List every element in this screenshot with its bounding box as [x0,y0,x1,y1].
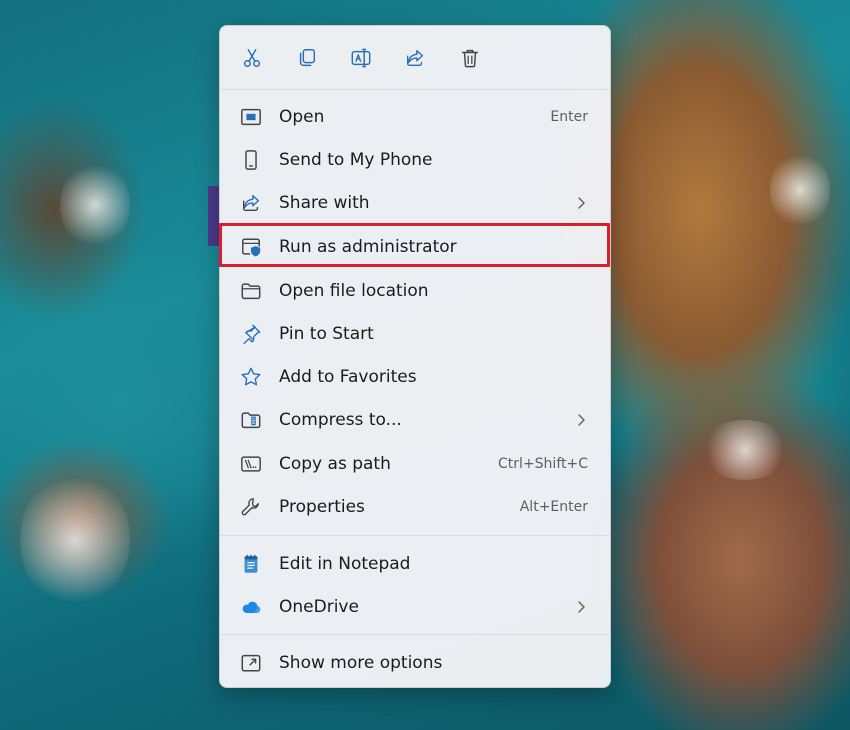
open-window-icon [240,106,262,128]
wallpaper-foam [20,470,130,610]
menu-item-label: Add to Favorites [279,367,417,387]
wallpaper-foam [700,420,790,480]
menu-item-label: Show more options [279,653,443,673]
menu-item-shortcut: Alt+Enter [519,499,588,515]
wallpaper-foam [60,160,130,250]
star-icon [240,366,262,388]
menu-item-label: Send to My Phone [279,150,433,170]
menu-separator [220,634,610,635]
copy-icon [299,49,316,67]
wallpaper-foam [770,150,830,230]
chevron-right-icon [578,197,585,209]
menu-item-open-file-location[interactable]: Open file location [224,271,606,311]
phone-icon [240,149,262,171]
menu-item-label: Compress to... [279,410,402,430]
share-icon [406,49,424,67]
context-menu-toolbar [220,26,610,88]
cut-button[interactable] [235,41,269,75]
cloud-icon [240,596,262,618]
folder-icon [240,280,262,302]
menu-item-send-to-phone[interactable]: Send to My Phone [224,140,606,180]
rename-button[interactable] [344,41,378,75]
context-menu: Open Enter Send to My Phone Share with R… [219,25,611,688]
menu-item-label: Copy as path [279,454,391,474]
menu-item-label: Edit in Notepad [279,554,411,574]
scissors-icon [243,49,261,67]
menu-item-properties[interactable]: Properties Alt+Enter [224,487,606,527]
menu-item-pin-to-start[interactable]: Pin to Start [224,314,606,354]
menu-item-open[interactable]: Open Enter [224,97,606,137]
menu-item-onedrive[interactable]: OneDrive [224,587,606,627]
path-icon [240,453,262,475]
highlight-annotation-box [219,223,610,267]
menu-item-shortcut: Enter [550,109,588,125]
menu-item-add-to-favorites[interactable]: Add to Favorites [224,357,606,397]
trash-icon [461,49,479,68]
menu-item-compress-to[interactable]: Compress to... [224,400,606,440]
share-button[interactable] [398,41,432,75]
rename-icon [351,48,371,68]
menu-item-label: Open [279,107,325,127]
menu-item-label: Share with [279,193,370,213]
wrench-icon [240,496,262,518]
menu-item-label: Open file location [279,281,429,301]
menu-item-shortcut: Ctrl+Shift+C [498,456,588,472]
chevron-right-icon [578,601,585,613]
menu-item-copy-as-path[interactable]: Copy as path Ctrl+Shift+C [224,444,606,484]
menu-item-label: OneDrive [279,597,359,617]
expand-icon [240,652,262,674]
chevron-right-icon [578,414,585,426]
delete-button[interactable] [453,41,487,75]
menu-item-edit-in-notepad[interactable]: Edit in Notepad [224,544,606,584]
zip-folder-icon [240,409,262,431]
share-icon [240,192,262,214]
notepad-icon [240,553,262,575]
menu-item-share-with[interactable]: Share with [224,183,606,223]
menu-item-label: Pin to Start [279,324,374,344]
menu-item-show-more-options[interactable]: Show more options [224,643,606,683]
pin-icon [240,323,262,345]
menu-separator [220,89,610,90]
menu-item-label: Properties [279,497,365,517]
menu-separator [220,535,610,536]
copy-button[interactable] [290,41,324,75]
